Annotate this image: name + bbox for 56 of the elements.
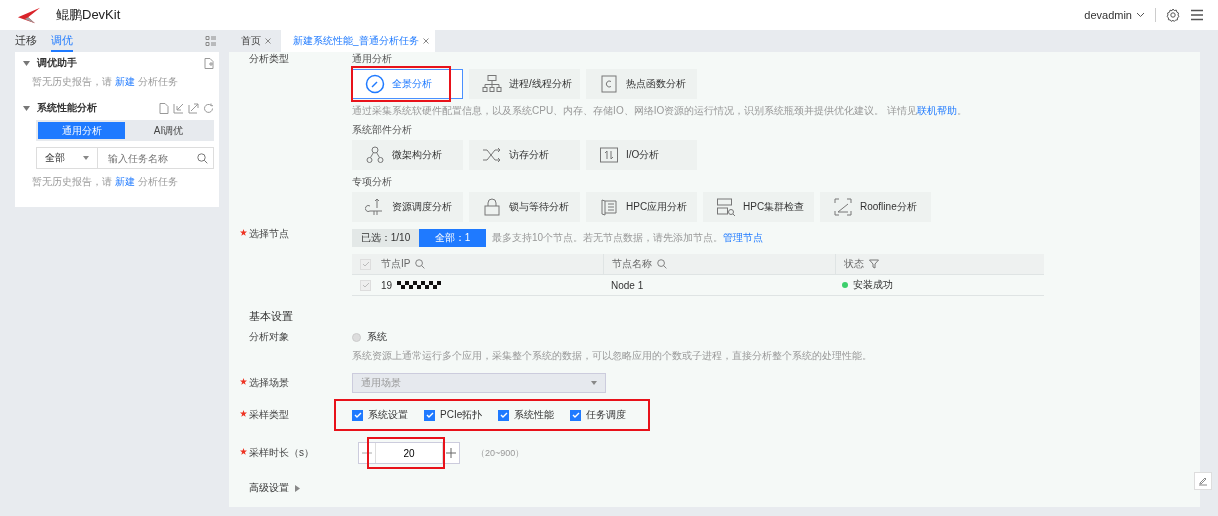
checkbox-label: 任务调度 xyxy=(586,408,627,422)
type-dropdown[interactable]: 全部 xyxy=(36,147,98,169)
advanced-settings-toggle[interactable]: 高级设置 xyxy=(249,481,300,495)
search-input[interactable]: 输入任务名称 xyxy=(106,151,197,165)
analysis-type-card[interactable]: 锁与等待分析 xyxy=(469,192,580,222)
field-label: 选择场景 xyxy=(249,376,352,390)
group-title: 通用分析 xyxy=(352,52,393,66)
analysis-type-card[interactable]: Roofline分析 xyxy=(820,192,931,222)
page-tab[interactable]: 新建系统性能_普通分析任务 xyxy=(281,30,435,52)
app-title: 鲲鹏DevKit xyxy=(56,6,121,24)
node-filter-toggle[interactable]: 全部：1 xyxy=(419,229,486,247)
group-title: 系统部件分析 xyxy=(352,123,413,137)
mode-tab[interactable]: 通用分析 xyxy=(38,122,125,139)
column-header: 状态 xyxy=(844,257,864,271)
field-label: 选择节点 xyxy=(249,227,352,241)
table-cell: 安装成功 xyxy=(853,278,893,292)
task-search-field[interactable]: 输入任务名称 xyxy=(98,147,214,169)
duration-field[interactable]: 20 xyxy=(375,443,443,463)
range-hint: （20~900） xyxy=(476,446,525,460)
target-description: 系统资源上通常运行多个应用，采集整个系统的数据，可以忽略应用的个数或子进程，直接分析整个系统的处理性能。 xyxy=(352,349,873,363)
field-label: 分析类型 xyxy=(249,52,290,66)
section-title: 调优助手 xyxy=(37,56,77,70)
duration-stepper[interactable]: 20 xyxy=(358,442,460,464)
help-link[interactable]: 联机帮助 xyxy=(917,105,957,116)
analysis-type-card[interactable]: 资源调度分析 xyxy=(352,192,463,222)
analysis-type-card[interactable]: 全景分析 xyxy=(352,69,463,99)
analysis-type-card[interactable]: 热点函数分析 xyxy=(586,69,697,99)
table-cell: 19 xyxy=(381,279,393,291)
manage-nodes-link[interactable]: 管理节点 xyxy=(723,232,764,243)
analysis-type-card[interactable]: HPC集群检查 xyxy=(703,192,814,222)
analysis-type-card[interactable]: I/O分析 xyxy=(586,140,697,170)
checkbox-label: 系统性能 xyxy=(514,408,555,422)
table-cell: Node 1 xyxy=(611,279,644,291)
checkbox-label: 系统设置 xyxy=(368,408,408,422)
mode-tab[interactable]: AI调优 xyxy=(125,122,212,139)
node-hint: 最多支持10个节点。若无节点数据，请先添加节点。管理节点 xyxy=(492,231,764,245)
sidebar-tab[interactable]: 迁移 xyxy=(15,30,37,52)
column-header: 节点名称 xyxy=(612,257,652,271)
field-label: 分析对象 xyxy=(249,330,290,344)
radio-label: 系统 xyxy=(367,330,387,344)
analysis-type-card[interactable]: 进程/线程分析 xyxy=(469,69,580,99)
empty-history-text: 暂无历史报告，请 新建 分析任务 xyxy=(32,75,179,89)
section-title: 系统性能分析 xyxy=(37,101,97,115)
analysis-type-card[interactable]: HPC应用分析 xyxy=(586,192,697,222)
analysis-type-card[interactable]: 微架构分析 xyxy=(352,140,463,170)
empty-history-text: 暂无历史报告，请 新建 分析任务 xyxy=(32,175,179,189)
field-label: 采样时长（s） xyxy=(249,446,352,460)
group-title: 专项分析 xyxy=(352,175,393,189)
column-header: 节点IP xyxy=(381,257,411,271)
checkbox-label: PCIe拓扑 xyxy=(440,408,483,422)
node-filter-toggle[interactable]: 已选：1/10 xyxy=(352,229,419,247)
section-heading: 基本设置 xyxy=(249,309,294,324)
user-menu[interactable]: devadmin xyxy=(1084,9,1145,21)
field-label: 采样类型 xyxy=(249,408,352,422)
analysis-description: 通过采集系统软硬件配置信息，以及系统CPU、内存、存储IO、网络IO资源的运行情况，识别系统瓶颈并提供优化建议。 详情见联机帮助。 xyxy=(352,104,968,118)
analysis-type-card[interactable]: 访存分析 xyxy=(469,140,580,170)
